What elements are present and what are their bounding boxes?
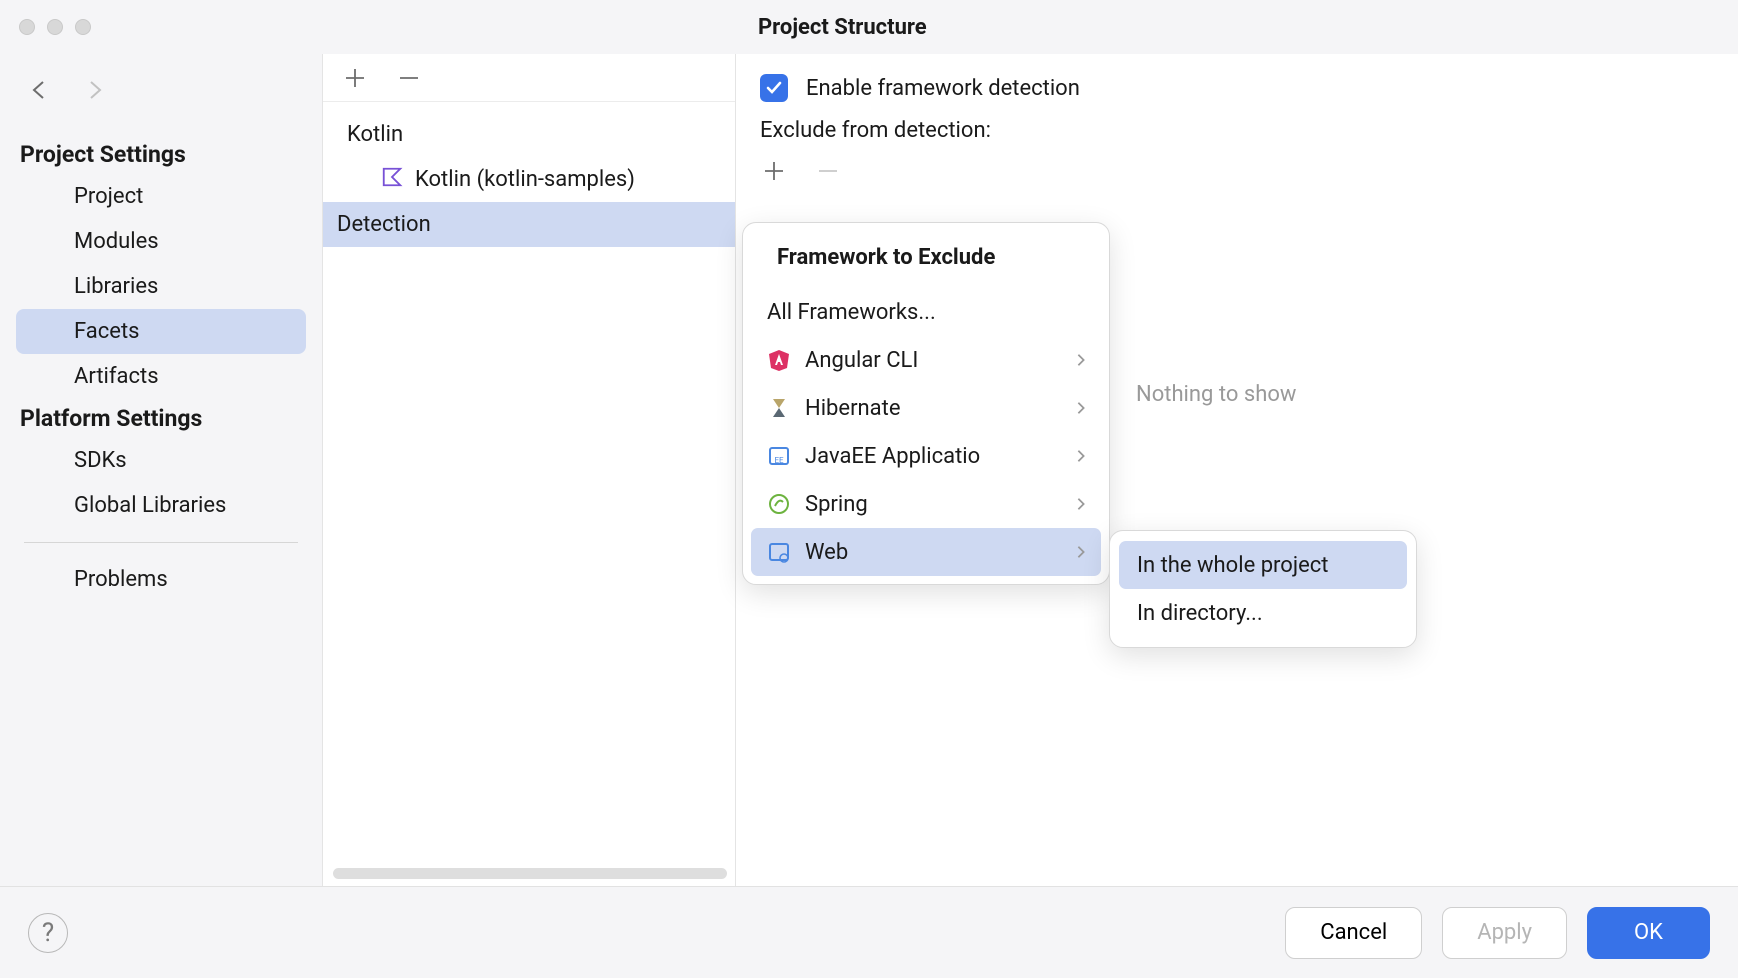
scope-in-directory[interactable]: In directory...	[1119, 589, 1407, 637]
add-facet-button[interactable]	[341, 64, 369, 92]
enable-detection-checkbox[interactable]	[760, 74, 788, 102]
facets-tree-panel: Kotlin Kotlin (kotlin-samples) Detection	[322, 54, 736, 886]
popup-item-label: All Frameworks...	[767, 300, 936, 325]
scope-whole-project[interactable]: In the whole project	[1119, 541, 1407, 589]
chevron-right-icon	[1075, 444, 1087, 469]
web-icon	[767, 540, 791, 564]
nav-global-libraries[interactable]: Global Libraries	[16, 483, 306, 528]
ok-button[interactable]: OK	[1587, 907, 1710, 959]
nav-back-icon[interactable]	[28, 78, 52, 107]
exclude-hibernate[interactable]: Hibernate	[751, 384, 1101, 432]
tree-node-label: Detection	[337, 212, 431, 237]
nav-artifacts[interactable]: Artifacts	[16, 354, 306, 399]
remove-facet-button[interactable]	[395, 64, 423, 92]
chevron-right-icon	[1075, 540, 1087, 565]
facets-tree: Kotlin Kotlin (kotlin-samples) Detection	[323, 102, 735, 247]
help-button[interactable]: ?	[28, 913, 68, 953]
hibernate-icon	[767, 396, 791, 420]
nav-sdks[interactable]: SDKs	[16, 438, 306, 483]
nav-modules[interactable]: Modules	[16, 219, 306, 264]
popup-item-label: Hibernate	[805, 396, 901, 421]
section-platform-settings: Platform Settings	[16, 399, 306, 438]
exclude-all-frameworks[interactable]: All Frameworks...	[751, 288, 1101, 336]
dialog-title: Project Structure	[758, 15, 927, 40]
dialog-footer: ? Cancel Apply OK	[0, 886, 1738, 978]
tree-node-kotlin-module[interactable]: Kotlin (kotlin-samples)	[323, 157, 735, 202]
close-window-button[interactable]	[19, 19, 35, 35]
chevron-right-icon	[1075, 492, 1087, 517]
nav-history	[16, 68, 306, 135]
exclude-javaee-application[interactable]: EE JavaEE Applicatio	[751, 432, 1101, 480]
nav-facets[interactable]: Facets	[16, 309, 306, 354]
minimize-window-button[interactable]	[47, 19, 63, 35]
svg-text:EE: EE	[774, 456, 784, 465]
exclude-angular-cli[interactable]: Angular CLI	[751, 336, 1101, 384]
empty-placeholder: Nothing to show	[1136, 382, 1296, 407]
javaee-icon: EE	[767, 444, 791, 468]
tree-node-kotlin[interactable]: Kotlin	[323, 112, 735, 157]
framework-exclude-popup: Framework to Exclude All Frameworks... A…	[742, 222, 1110, 585]
popup-title: Framework to Exclude	[751, 235, 1101, 288]
section-project-settings: Project Settings	[16, 135, 306, 174]
tree-node-label: Kotlin	[347, 122, 403, 147]
tree-node-detection[interactable]: Detection	[323, 202, 735, 247]
popup-item-label: JavaEE Applicatio	[805, 444, 980, 469]
horizontal-scrollbar[interactable]	[333, 868, 727, 879]
zoom-window-button[interactable]	[75, 19, 91, 35]
titlebar: Project Structure	[0, 0, 1738, 54]
sidebar: Project Settings Project Modules Librari…	[0, 54, 322, 886]
nav-libraries[interactable]: Libraries	[16, 264, 306, 309]
nav-divider	[24, 542, 298, 543]
exclude-web[interactable]: Web	[751, 528, 1101, 576]
enable-detection-label: Enable framework detection	[806, 76, 1080, 101]
nav-problems[interactable]: Problems	[16, 557, 306, 602]
nav-forward-icon[interactable]	[82, 78, 106, 107]
remove-exclude-button[interactable]	[814, 157, 842, 185]
popup-item-label: Angular CLI	[805, 348, 918, 373]
apply-button[interactable]: Apply	[1442, 907, 1567, 959]
exclude-spring[interactable]: Spring	[751, 480, 1101, 528]
exclude-label: Exclude from detection:	[760, 118, 1738, 153]
popup-item-label: Web	[805, 540, 848, 565]
nav-project[interactable]: Project	[16, 174, 306, 219]
add-exclude-button[interactable]	[760, 157, 788, 185]
kotlin-icon	[381, 166, 403, 194]
exclude-toolbar	[760, 153, 1738, 195]
chevron-right-icon	[1075, 396, 1087, 421]
chevron-right-icon	[1075, 348, 1087, 373]
enable-detection-row: Enable framework detection	[760, 74, 1738, 118]
spring-icon	[767, 492, 791, 516]
angular-icon	[767, 348, 791, 372]
popup-item-label: Spring	[805, 492, 868, 517]
window-controls	[19, 19, 91, 35]
tree-toolbar	[323, 54, 735, 102]
exclude-scope-popup: In the whole project In directory...	[1109, 530, 1417, 648]
popup-item-label: In directory...	[1137, 601, 1263, 626]
tree-node-label: Kotlin (kotlin-samples)	[415, 167, 635, 192]
cancel-button[interactable]: Cancel	[1285, 907, 1422, 959]
popup-item-label: In the whole project	[1137, 553, 1328, 578]
